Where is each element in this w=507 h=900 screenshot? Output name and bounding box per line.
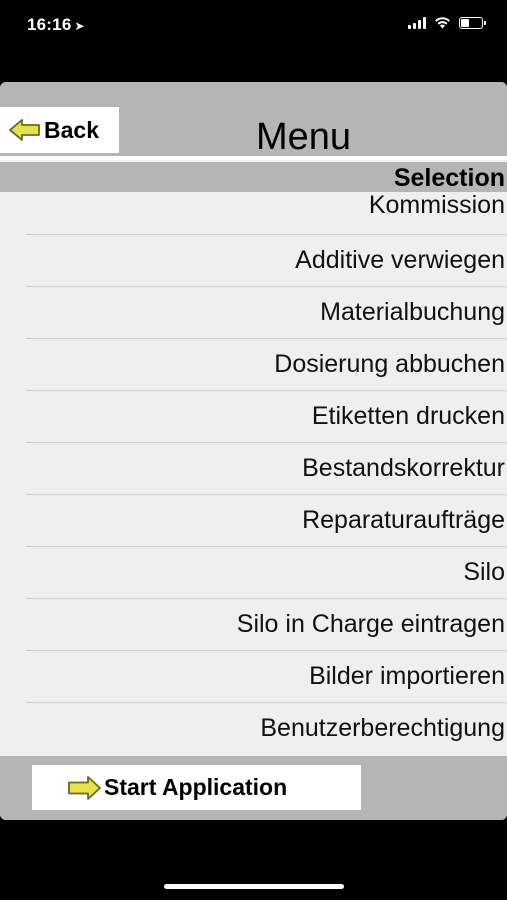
menu-item-label: Additive verwiegen xyxy=(295,246,505,274)
header-divider xyxy=(0,156,507,160)
page-title: Menu xyxy=(256,116,352,158)
menu-item-label: Silo xyxy=(463,558,505,586)
wifi-icon xyxy=(435,17,450,29)
location-arrow-icon: ➤ xyxy=(74,19,85,33)
panel-header: Back Menu xyxy=(0,82,507,158)
menu-item-etiketten-drucken[interactable]: Etiketten drucken xyxy=(0,391,507,443)
cellular-signal-icon xyxy=(408,17,426,29)
section-title: Selection xyxy=(393,164,505,192)
menu-item-bestandskorrektur[interactable]: Bestandskorrektur xyxy=(0,443,507,495)
menu-item-silo[interactable]: Silo xyxy=(0,547,507,599)
status-time-text: 16:16 xyxy=(27,15,72,34)
menu-item-label: Bilder importieren xyxy=(309,662,505,690)
menu-list: Kommission Additive verwiegen Materialbu… xyxy=(0,191,507,755)
menu-item-benutzerberechtigung[interactable]: Benutzerberechtigung xyxy=(0,703,507,755)
menu-panel: Back Menu Selection Kommission Additive … xyxy=(0,82,507,820)
menu-item-additive-verwiegen[interactable]: Additive verwiegen xyxy=(0,235,507,287)
home-indicator[interactable] xyxy=(164,884,344,889)
menu-item-label: Reparaturaufträge xyxy=(302,506,505,534)
menu-item-label: Materialbuchung xyxy=(320,298,505,326)
menu-item-dosierung-abbuchen[interactable]: Dosierung abbuchen xyxy=(0,339,507,391)
back-button[interactable]: Back xyxy=(0,107,119,153)
menu-item-bilder-importieren[interactable]: Bilder importieren xyxy=(0,651,507,703)
menu-item-kommission[interactable]: Kommission xyxy=(0,191,507,235)
section-header: Selection xyxy=(0,162,507,192)
menu-item-label: Benutzerberechtigung xyxy=(260,714,505,742)
menu-item-materialbuchung[interactable]: Materialbuchung xyxy=(0,287,507,339)
menu-item-label: Etiketten drucken xyxy=(311,402,505,430)
menu-item-label: Bestandskorrektur xyxy=(302,454,505,482)
status-time: 16:16 ➤ xyxy=(27,15,85,35)
menu-item-silo-in-charge-eintragen[interactable]: Silo in Charge eintragen xyxy=(0,599,507,651)
battery-icon xyxy=(459,17,486,29)
menu-item-label: Kommission xyxy=(368,191,505,219)
arrow-left-icon xyxy=(9,119,40,141)
start-application-button[interactable]: Start Application xyxy=(32,765,361,810)
panel-footer: Start Application xyxy=(0,756,507,820)
start-application-label: Start Application xyxy=(104,774,288,800)
back-button-label: Back xyxy=(44,116,99,143)
menu-item-label: Silo in Charge eintragen xyxy=(236,610,505,638)
arrow-right-icon xyxy=(68,775,101,800)
status-bar: 16:16 ➤ xyxy=(0,0,507,50)
menu-item-label: Dosierung abbuchen xyxy=(274,350,505,378)
status-icons xyxy=(408,17,486,29)
menu-item-reparaturauftraege[interactable]: Reparaturaufträge xyxy=(0,495,507,547)
